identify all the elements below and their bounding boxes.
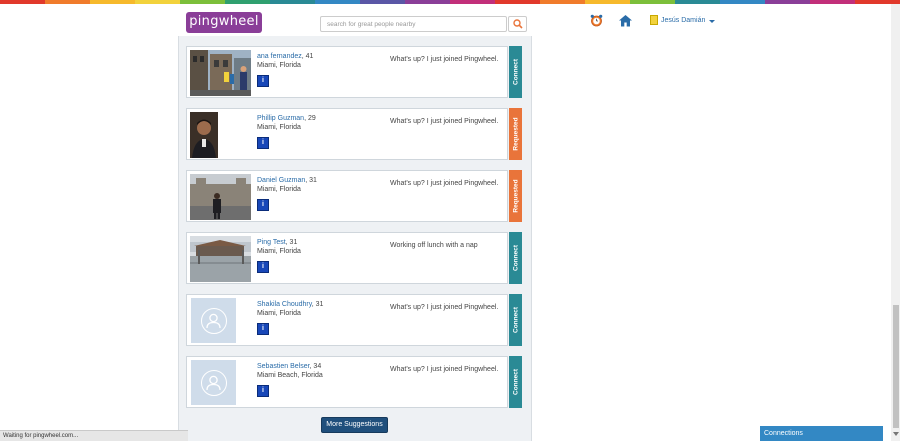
person-name-line: ana fernandez, 41 xyxy=(257,53,313,60)
person-location: Miami, Florida xyxy=(257,62,301,69)
profile-photo[interactable] xyxy=(190,174,251,220)
person-status-message: What's up? I just joined Pingwheel. xyxy=(390,180,499,187)
scroll-down-arrow-icon[interactable] xyxy=(893,432,899,436)
profile-photo[interactable] xyxy=(190,236,251,282)
person-age: , 34 xyxy=(309,363,322,370)
suggestion-card: Daniel Guzman, 31 Miami, Florida i What's u… xyxy=(186,170,508,222)
person-age: , 31 xyxy=(285,239,298,246)
info-icon[interactable]: i xyxy=(257,199,269,211)
requested-button[interactable]: Requested xyxy=(509,170,522,222)
pingwheel-logo[interactable]: pingwheel xyxy=(183,12,262,33)
info-icon[interactable]: i xyxy=(257,385,269,397)
connect-button[interactable]: Connect xyxy=(509,294,522,346)
suggestion-card: ana fernandez, 41 Miami, Florida i What's u… xyxy=(186,46,508,98)
search-button[interactable] xyxy=(508,16,527,32)
connections-tab[interactable]: Connections xyxy=(760,426,883,441)
person-age: , 29 xyxy=(304,115,316,122)
person-location: Miami, Florida xyxy=(257,310,301,317)
connect-button-label: Connect xyxy=(512,307,519,333)
scrollbar-thumb[interactable] xyxy=(893,305,899,428)
browser-status-bar: Waiting for pingwheel.com... xyxy=(0,430,188,441)
person-name-link[interactable]: Daniel Guzman xyxy=(257,177,305,184)
profile-photo[interactable] xyxy=(190,112,218,158)
search-input[interactable]: search for great people nearby xyxy=(320,16,507,32)
alarm-clock-icon[interactable] xyxy=(590,14,603,27)
person-name-link[interactable]: Ping Test xyxy=(257,239,286,246)
chevron-down-icon[interactable] xyxy=(709,20,715,23)
person-name-link[interactable]: Phillip Guzman xyxy=(257,115,304,122)
user-avatar[interactable] xyxy=(650,15,658,25)
person-status-message: What's up? I just joined Pingwheel. xyxy=(390,56,499,63)
person-location: Miami, Florida xyxy=(257,186,301,193)
user-name[interactable]: Jesús Damián xyxy=(661,17,705,24)
info-icon[interactable]: i xyxy=(257,261,269,273)
person-name-link[interactable]: Shakila Choudhry xyxy=(257,301,312,308)
connect-button-label: Connect xyxy=(512,245,519,271)
person-name-line: Shakila Choudhry, 31 xyxy=(257,301,323,308)
requested-button-label: Requested xyxy=(512,117,519,151)
suggestion-card: Ping Test, 31 Miami, Florida i Working off … xyxy=(186,232,508,284)
person-status-message: What's up? I just joined Pingwheel. xyxy=(390,366,499,373)
person-name-link[interactable]: ana fernandez xyxy=(257,53,302,60)
connect-button[interactable]: Connect xyxy=(509,356,522,408)
connect-button[interactable]: Connect xyxy=(509,232,522,284)
person-location: Miami, Florida xyxy=(257,124,301,131)
connect-button[interactable]: Connect xyxy=(509,46,522,98)
person-status-message: What's up? I just joined Pingwheel. xyxy=(390,118,499,125)
suggestion-card: Phillip Guzman, 29 Miami, Florida i What's … xyxy=(186,108,508,160)
person-age: , 41 xyxy=(301,53,314,60)
search-icon xyxy=(513,19,523,29)
more-suggestions-button[interactable]: More Suggestions xyxy=(321,417,388,433)
info-icon[interactable]: i xyxy=(257,137,269,149)
person-name-line: Daniel Guzman, 31 xyxy=(257,177,317,184)
home-icon[interactable] xyxy=(618,14,633,27)
person-name-link[interactable]: Sebastien Belser xyxy=(257,363,310,370)
person-location: Miami Beach, Florida xyxy=(257,372,323,379)
person-age: , 31 xyxy=(311,301,324,308)
info-icon[interactable]: i xyxy=(257,75,269,87)
profile-photo[interactable] xyxy=(191,298,236,343)
connect-button-label: Connect xyxy=(512,369,519,395)
site-header: pingwheel search for great people nearby… xyxy=(0,4,900,36)
person-status-message: What's up? I just joined Pingwheel. xyxy=(390,304,499,311)
person-name-line: Ping Test, 31 xyxy=(257,239,297,246)
info-icon[interactable]: i xyxy=(257,323,269,335)
profile-photo[interactable] xyxy=(191,360,236,405)
person-name-line: Phillip Guzman, 29 xyxy=(257,115,316,122)
suggestion-card: Shakila Choudhry, 31 Miami, Florida i What'… xyxy=(186,294,508,346)
profile-photo[interactable] xyxy=(190,50,251,96)
suggestion-card: Sebastien Belser, 34 Miami Beach, Florida… xyxy=(186,356,508,408)
person-name-line: Sebastien Belser, 34 xyxy=(257,363,321,370)
requested-button[interactable]: Requested xyxy=(509,108,522,160)
person-age: , 31 xyxy=(305,177,317,184)
requested-button-label: Requested xyxy=(512,179,519,213)
person-status-message: Working off lunch with a nap xyxy=(390,242,478,249)
connect-button-label: Connect xyxy=(512,59,519,85)
person-location: Miami, Florida xyxy=(257,248,301,255)
